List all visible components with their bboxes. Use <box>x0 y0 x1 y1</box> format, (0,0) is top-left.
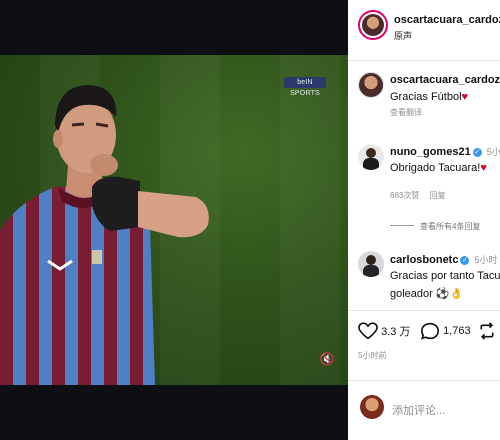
caption-avatar[interactable] <box>358 72 384 98</box>
media-viewer: beIN SPORTS 🔇 <box>0 0 348 440</box>
author-avatar[interactable] <box>358 10 388 40</box>
repost-action[interactable] <box>478 322 496 340</box>
view-replies-text[interactable]: 查看所有4条回复 <box>420 222 480 231</box>
like-count: 3.3 万 <box>381 326 411 338</box>
like-action[interactable]: 3.3 万 <box>358 322 410 340</box>
verified-badge-icon: ✓ <box>472 148 482 157</box>
composer-divider <box>348 380 500 381</box>
post-details-panel: oscartacuara_cardozo 原声 oscartacuara_car… <box>348 0 500 440</box>
comment-action[interactable]: 1,763 <box>420 322 471 340</box>
header-divider <box>348 60 500 61</box>
comment-text-line: goleador ⚽👌 <box>390 288 464 300</box>
reply-line <box>390 225 414 226</box>
comment-text: Obrigado Tacuara!♥ <box>390 162 487 174</box>
own-avatar[interactable] <box>360 395 384 419</box>
comment-username[interactable]: carlosbonetc ✓ 5小时 <box>390 253 498 266</box>
commenter-avatar[interactable] <box>358 144 384 170</box>
view-replies-link[interactable]: 查看所有4条回复 <box>390 221 480 232</box>
speaker-icon[interactable]: 🔇 <box>318 351 336 367</box>
comment-username-text[interactable]: nuno_gomes21 <box>390 146 471 158</box>
comment-meta: 683次赞 回复 <box>390 190 446 201</box>
post-timestamp: 5小时前 <box>358 351 387 360</box>
caption-text: Gracias Fútbol♥ <box>390 91 468 103</box>
audio-label[interactable]: 原声 <box>394 29 412 42</box>
comment-count: 1,763 <box>443 325 471 337</box>
player-figure <box>0 85 209 385</box>
translate-link[interactable]: 查看翻译 <box>390 107 422 118</box>
comment-text-line: Gracias por tanto Tacu <box>390 270 500 282</box>
heart-emoji: ♥ <box>461 91 469 103</box>
commenter-avatar[interactable] <box>358 251 384 277</box>
repost-icon[interactable] <box>478 322 496 340</box>
add-comment-input[interactable]: 添加评论... <box>392 402 445 418</box>
broadcaster-logo: beIN SPORTS <box>284 77 326 97</box>
reply-button[interactable]: 回复 <box>430 191 446 200</box>
comment-bubble-icon[interactable] <box>420 322 440 340</box>
heart-emoji: ♥ <box>480 162 487 174</box>
author-username[interactable]: oscartacuara_cardozo <box>394 14 500 26</box>
video-player[interactable]: beIN SPORTS 🔇 <box>0 55 348 385</box>
comment-time: 5小时 <box>486 147 500 157</box>
comment-time: 5小时 <box>474 255 498 265</box>
comment-likes[interactable]: 683次赞 <box>390 191 419 200</box>
comment-username-text[interactable]: carlosbonetc <box>390 254 458 266</box>
caption-body: Gracias Fútbol <box>390 91 462 103</box>
verified-badge-icon: ✓ <box>460 256 470 265</box>
actions-divider <box>348 310 500 311</box>
comment-username[interactable]: nuno_gomes21✓ 5小时 <box>390 145 500 158</box>
comment-body: Obrigado Tacuara! <box>390 162 481 174</box>
caption-username[interactable]: oscartacuara_cardozo <box>390 74 500 86</box>
heart-icon[interactable] <box>358 322 378 340</box>
